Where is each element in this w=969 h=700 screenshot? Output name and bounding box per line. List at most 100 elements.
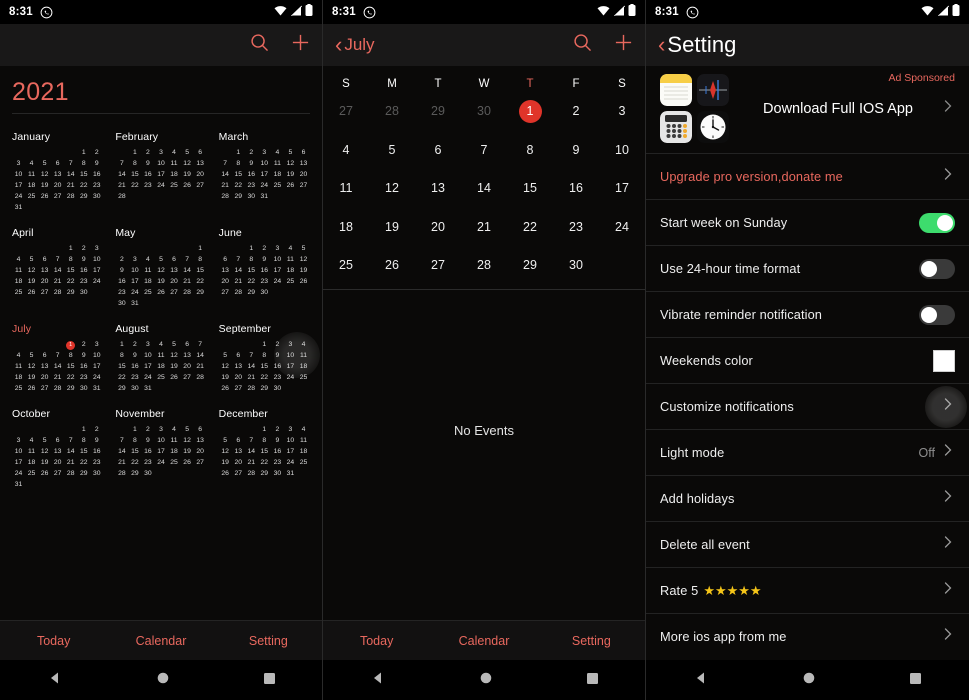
day-cell[interactable]: 11 [284, 255, 297, 264]
day-cell[interactable]: 26 [38, 469, 51, 478]
day-cell[interactable]: 27 [51, 192, 64, 201]
month-january[interactable]: January.....1234567891011121314151617181… [6, 122, 109, 218]
day-cell[interactable]: 22 [194, 277, 207, 286]
day-cell[interactable]: 2 [258, 244, 271, 253]
month-december[interactable]: December...12345678910111213141516171819… [213, 399, 316, 495]
day-cell[interactable]: 18 [141, 277, 154, 286]
month-august[interactable]: August 1 2 3 4 5 6 7 8 9 10 11 12 13 14 15 16 17 18 19 20 21 2… [109, 314, 212, 399]
search-icon[interactable] [573, 33, 592, 57]
day-cell[interactable]: 10 [284, 436, 297, 445]
day-cell[interactable]: 6 [194, 425, 207, 434]
back-nav-icon[interactable] [694, 671, 708, 690]
tab-setting[interactable]: Setting [538, 634, 645, 648]
day-cell[interactable]: 29 [507, 246, 553, 285]
day-cell[interactable]: 20 [181, 362, 194, 371]
day-cell[interactable]: 10 [90, 351, 103, 360]
day-cell[interactable]: 24 [141, 373, 154, 382]
day-cell[interactable]: 28 [219, 192, 232, 201]
day-cell[interactable]: 21 [232, 277, 245, 286]
month-may[interactable]: May......1234567891011121314151617181920… [109, 218, 212, 314]
day-cell[interactable]: 31 [258, 192, 271, 201]
day-cell[interactable]: 17 [154, 170, 167, 179]
day-cell[interactable]: 29 [77, 192, 90, 201]
toggle-switch[interactable] [919, 258, 955, 279]
day-cell[interactable]: 3 [12, 159, 25, 168]
day-cell[interactable]: 1 [258, 340, 271, 349]
day-cell[interactable]: 9 [553, 131, 599, 170]
day-cell[interactable]: 24 [128, 288, 141, 297]
day-cell[interactable]: 15 [64, 362, 77, 371]
day-cell[interactable]: 14 [51, 362, 64, 371]
back-button[interactable]: ‹ July [335, 34, 375, 56]
day-cell[interactable]: 19 [25, 277, 38, 286]
tab-calendar[interactable]: Calendar [430, 634, 537, 648]
day-cell[interactable]: 12 [168, 351, 181, 360]
day-cell[interactable]: 6 [181, 340, 194, 349]
prev-month-day-cell[interactable]: 29 [415, 92, 461, 131]
recents-nav-icon[interactable] [586, 671, 598, 689]
settings-row-vibrate-reminder-notification[interactable]: Vibrate reminder notification [646, 291, 969, 337]
day-cell[interactable]: 5 [297, 244, 310, 253]
day-cell[interactable]: 29 [64, 288, 77, 297]
day-cell[interactable]: 10 [271, 255, 284, 264]
day-cell[interactable]: 12 [154, 266, 167, 275]
day-cell[interactable]: 30 [245, 192, 258, 201]
day-cell[interactable]: 17 [128, 277, 141, 286]
day-cell[interactable]: 25 [271, 181, 284, 190]
day-cell[interactable]: 22 [77, 458, 90, 467]
day-cell[interactable]: 30 [258, 288, 271, 297]
day-cell[interactable]: 7 [181, 255, 194, 264]
day-cell[interactable]: 27 [181, 373, 194, 382]
day-cell[interactable]: 21 [461, 208, 507, 247]
day-cell[interactable]: 3 [258, 148, 271, 157]
day-cell[interactable]: 4 [12, 351, 25, 360]
prev-month-day-cell[interactable]: 30 [461, 92, 507, 131]
day-cell[interactable]: 12 [219, 447, 232, 456]
day-cell[interactable]: 21 [219, 181, 232, 190]
day-cell[interactable]: 22 [507, 208, 553, 247]
month-november[interactable]: November.1234567891011121314151617181920… [109, 399, 212, 495]
day-cell[interactable]: 30 [90, 469, 103, 478]
day-cell[interactable]: 28 [64, 469, 77, 478]
day-cell[interactable]: 19 [25, 373, 38, 382]
day-cell[interactable]: 22 [232, 181, 245, 190]
day-cell[interactable]: 3 [128, 255, 141, 264]
day-cell[interactable]: 3 [284, 425, 297, 434]
day-cell[interactable]: 28 [64, 192, 77, 201]
search-icon[interactable] [250, 33, 269, 57]
day-cell[interactable]: 26 [154, 288, 167, 297]
day-cell[interactable]: 21 [115, 181, 128, 190]
day-cell[interactable]: 2 [90, 148, 103, 157]
day-cell[interactable]: 11 [141, 266, 154, 275]
day-cell[interactable]: 4 [25, 159, 38, 168]
back-button[interactable]: ‹ Setting [658, 32, 737, 58]
day-cell[interactable]: 1 [64, 244, 77, 253]
day-cell[interactable]: 3 [599, 92, 645, 131]
day-cell[interactable]: 2 [141, 148, 154, 157]
day-cell[interactable]: 23 [258, 277, 271, 286]
day-cell[interactable]: 15 [77, 170, 90, 179]
day-cell[interactable]: 20 [232, 373, 245, 382]
settings-row-more-ios-app-from-me[interactable]: More ios app from me [646, 613, 969, 659]
day-cell[interactable]: 10 [258, 159, 271, 168]
day-cell[interactable]: 21 [245, 373, 258, 382]
day-cell[interactable]: 10 [154, 159, 167, 168]
day-cell[interactable]: 28 [115, 192, 128, 201]
day-cell[interactable]: 5 [181, 148, 194, 157]
day-cell[interactable]: 6 [194, 148, 207, 157]
day-cell[interactable]: 11 [168, 436, 181, 445]
day-cell[interactable]: 31 [284, 469, 297, 478]
day-cell[interactable]: 25 [297, 458, 310, 467]
day-cell[interactable]: 13 [194, 436, 207, 445]
day-cell[interactable]: 13 [168, 266, 181, 275]
day-cell[interactable]: 6 [38, 255, 51, 264]
day-cell[interactable]: 11 [25, 170, 38, 179]
day-cell[interactable]: 24 [258, 181, 271, 190]
day-cell[interactable]: 23 [271, 458, 284, 467]
day-cell[interactable]: 11 [25, 447, 38, 456]
day-cell[interactable]: 18 [168, 447, 181, 456]
toggle-switch[interactable] [919, 212, 955, 233]
day-cell[interactable]: 2 [77, 340, 90, 349]
day-cell[interactable]: 7 [245, 436, 258, 445]
day-cell[interactable]: 26 [181, 458, 194, 467]
